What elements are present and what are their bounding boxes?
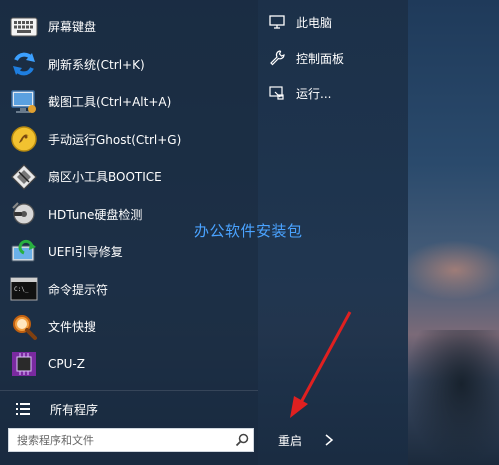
run-icon [268, 84, 286, 102]
hdtune-icon [8, 198, 40, 230]
search-icon[interactable] [231, 429, 253, 451]
app-list: 屏幕键盘 刷新系统(Ctrl+K) 截图工具(Ctrl+Alt+A) 手动运行G… [0, 8, 258, 383]
all-programs-button[interactable]: 所有程序 [8, 396, 98, 422]
refresh-icon [8, 48, 40, 80]
app-label: 屏幕键盘 [48, 20, 97, 35]
right-item-label: 控制面板 [296, 51, 345, 66]
app-label: HDTune硬盘检测 [48, 207, 143, 222]
search-box[interactable] [8, 428, 254, 452]
cpu-z-icon [8, 348, 40, 380]
background-glow [400, 240, 499, 300]
app-label: 文件快搜 [48, 320, 97, 335]
app-label: 截图工具(Ctrl+Alt+A) [48, 95, 172, 110]
search-input[interactable] [9, 429, 231, 451]
keyboard-icon [8, 11, 40, 43]
list-icon [14, 400, 32, 418]
bootice-icon [8, 161, 40, 193]
app-item-ghost[interactable]: 手动运行Ghost(Ctrl+G) [0, 121, 258, 159]
app-item-cpu-z[interactable]: CPU-Z [0, 346, 258, 384]
right-item-control-panel[interactable]: 控制面板 [268, 46, 344, 70]
svg-text:C:\_: C:\_ [14, 286, 29, 293]
app-label: UEFI引导修复 [48, 245, 123, 260]
ghost-icon [8, 123, 40, 155]
app-item-refresh-system[interactable]: 刷新系统(Ctrl+K) [0, 46, 258, 84]
app-label: CPU-Z [48, 357, 85, 372]
computer-icon [268, 13, 286, 31]
wrench-icon [268, 49, 286, 67]
right-item-this-pc[interactable]: 此电脑 [268, 10, 332, 34]
chevron-right-icon[interactable] [322, 433, 336, 447]
file-search-icon [8, 311, 40, 343]
app-label: 命令提示符 [48, 282, 109, 297]
annotation-arrow [290, 311, 352, 418]
app-item-keyboard[interactable]: 屏幕键盘 [0, 8, 258, 46]
watermark-text: 办公软件安装包 [194, 222, 303, 240]
right-item-run[interactable]: 运行... [268, 81, 331, 105]
all-programs-label: 所有程序 [50, 402, 99, 417]
app-label: 扇区小工具BOOTICE [48, 170, 162, 185]
app-item-screenshot-tool[interactable]: 截图工具(Ctrl+Alt+A) [0, 83, 258, 121]
background-rock [405, 330, 499, 465]
restart-button[interactable]: 重启 [278, 430, 336, 450]
right-item-label: 此电脑 [296, 15, 333, 30]
app-label: 手动运行Ghost(Ctrl+G) [48, 132, 182, 147]
screenshot-icon [8, 86, 40, 118]
command-prompt-icon: C:\_ [8, 273, 40, 305]
app-item-bootice[interactable]: 扇区小工具BOOTICE [0, 158, 258, 196]
restart-label: 重启 [278, 433, 303, 448]
app-label: 刷新系统(Ctrl+K) [48, 57, 145, 72]
uefi-repair-icon [8, 236, 40, 268]
app-item-command-prompt[interactable]: C:\_ 命令提示符 [0, 271, 258, 309]
app-item-file-search[interactable]: 文件快搜 [0, 308, 258, 346]
right-item-label: 运行... [296, 86, 332, 101]
divider [0, 390, 258, 391]
